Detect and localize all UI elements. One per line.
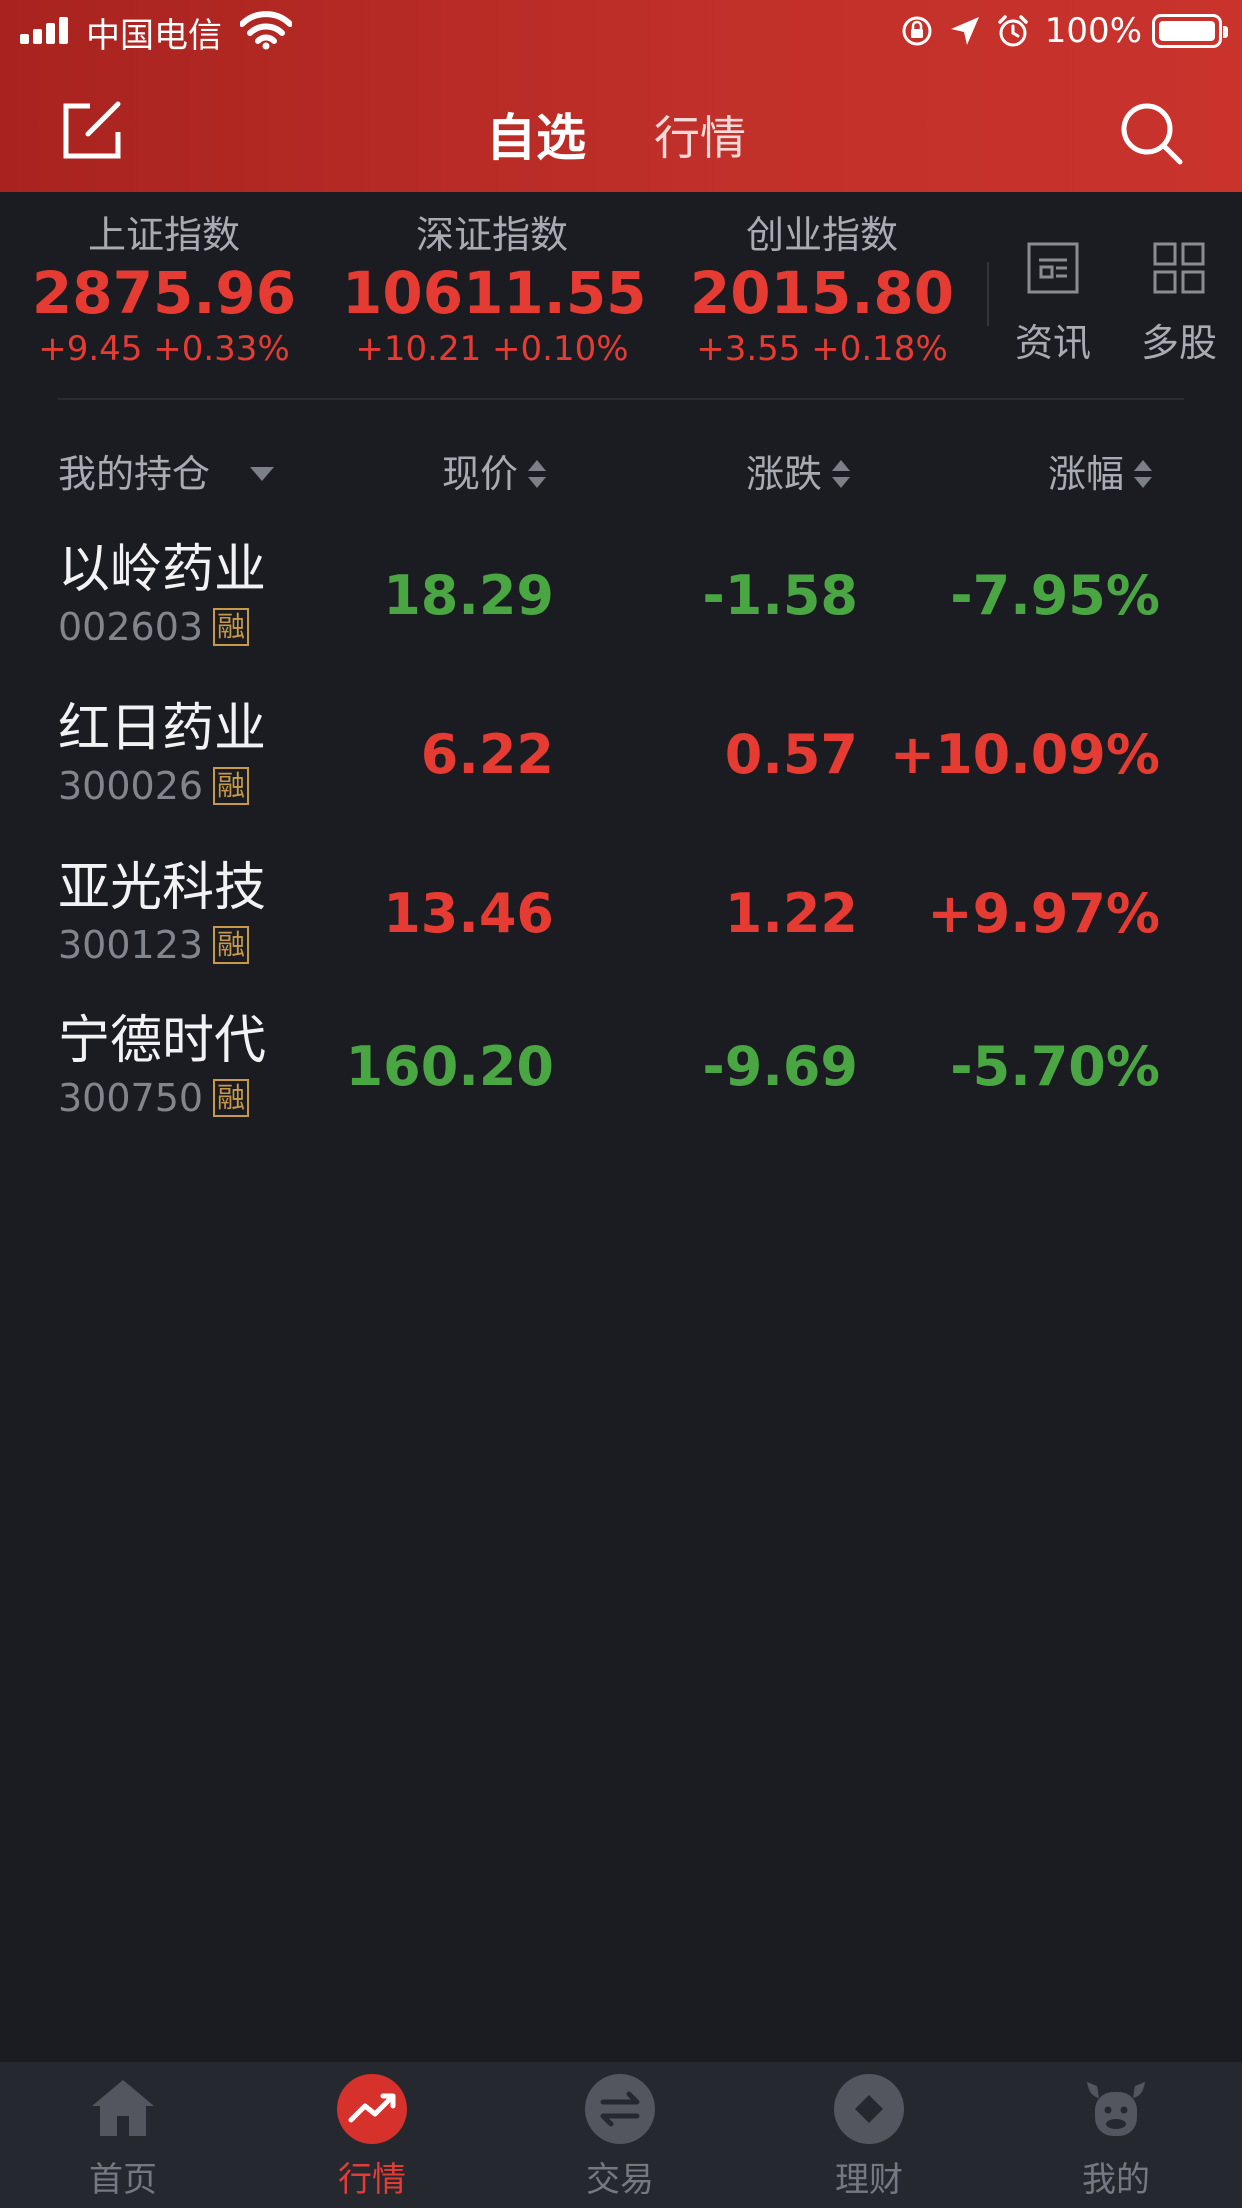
battery-icon (1152, 14, 1228, 48)
table-row[interactable]: 亚光科技 300123 融 13.46 1.22 +9.97% (0, 856, 1242, 1006)
carrier-name: 中国电信 (86, 16, 222, 56)
stock-change: 0.57 (724, 723, 858, 786)
stock-change-pct: +10.09% (889, 723, 1160, 786)
news-button[interactable]: 资讯 (998, 240, 1108, 367)
bull-avatar-icon (1081, 2074, 1151, 2144)
group-selector[interactable]: 我的持仓 (58, 448, 275, 500)
section-divider (58, 398, 1184, 400)
exchange-icon (585, 2074, 655, 2144)
sort-by-price[interactable]: 现价 (442, 448, 548, 500)
margin-badge: 融 (213, 608, 250, 646)
index-name: 上证指数 (87, 213, 240, 257)
chevron-down-icon (250, 467, 275, 481)
multi-stock-button[interactable]: 多股 (1124, 240, 1234, 367)
news-label: 资讯 (1014, 321, 1091, 365)
index-name: 创业指数 (745, 213, 898, 257)
stock-change-pct: -5.70% (950, 1035, 1160, 1098)
sort-icon (830, 454, 852, 494)
index-chinext[interactable]: 创业指数 2015.80 +3.55 +0.18% (672, 212, 972, 370)
stock-code-group: 300750 融 (58, 1075, 250, 1121)
stock-change-pct: +9.97% (927, 882, 1160, 945)
index-name: 深证指数 (415, 213, 568, 257)
tab-market[interactable]: 行情 (654, 102, 746, 168)
battery-percent: 100% (1044, 11, 1142, 51)
index-change: +3.55 +0.18% (696, 329, 948, 369)
stock-code-group: 300026 融 (58, 763, 250, 809)
index-shanghai[interactable]: 上证指数 2875.96 +9.45 +0.33% (14, 212, 314, 370)
index-value: 2015.80 (689, 259, 955, 327)
margin-badge: 融 (213, 1079, 250, 1117)
status-bar: 中国电信 100% (0, 0, 1242, 62)
cellular-signal-icon (20, 16, 76, 44)
index-value: 2875.96 (31, 259, 297, 327)
nav-trade[interactable]: 交易 (540, 2074, 700, 2201)
rotation-lock-icon (902, 16, 932, 46)
diamond-icon (834, 2074, 904, 2144)
table-row[interactable]: 以岭药业 002603 融 18.29 -1.58 -7.95% (0, 538, 1242, 688)
table-row[interactable]: 红日药业 300026 融 6.22 0.57 +10.09% (0, 697, 1242, 847)
stock-code: 300026 (58, 764, 204, 808)
alarm-icon (998, 15, 1028, 47)
col-change-label: 涨跌 (746, 452, 823, 496)
nav-home-label: 首页 (89, 2160, 157, 2200)
status-right-group: 100% (887, 8, 1228, 54)
nav-mine[interactable]: 我的 (1036, 2074, 1196, 2201)
stock-name: 以岭药业 (58, 540, 267, 600)
tab-watchlist[interactable]: 自选 (486, 98, 586, 170)
nav-trade-label: 交易 (586, 2160, 654, 2200)
stock-price: 18.29 (383, 564, 554, 627)
stock-code: 300123 (58, 923, 204, 967)
stock-change: 1.22 (724, 882, 858, 945)
stock-name: 红日药业 (58, 699, 267, 759)
nav-home[interactable]: 首页 (43, 2074, 203, 2201)
margin-badge: 融 (213, 926, 250, 964)
nav-wealth[interactable]: 理财 (789, 2074, 949, 2201)
sort-icon (1132, 454, 1154, 494)
margin-badge: 融 (213, 767, 250, 805)
stock-price: 160.20 (345, 1035, 554, 1098)
sort-by-change[interactable]: 涨跌 (746, 448, 852, 500)
stock-code-group: 002603 融 (58, 604, 250, 650)
nav-wealth-label: 理财 (835, 2160, 903, 2200)
trend-chart-icon (337, 2074, 407, 2144)
search-icon[interactable] (1118, 100, 1184, 166)
index-change: +10.21 +0.10% (355, 329, 629, 369)
index-value: 10611.55 (342, 259, 647, 327)
group-label: 我的持仓 (58, 452, 211, 496)
stock-name: 亚光科技 (58, 858, 267, 918)
index-change: +9.45 +0.33% (38, 329, 290, 369)
stock-code: 002603 (58, 605, 204, 649)
sort-by-pct[interactable]: 涨幅 (1048, 448, 1154, 500)
nav-market-label: 行情 (338, 2160, 406, 2200)
stock-name: 宁德时代 (58, 1011, 267, 1071)
bottom-nav: 首页 行情 交易 理财 我的 (0, 2062, 1242, 2208)
nav-market[interactable]: 行情 (292, 2074, 452, 2201)
index-divider (987, 262, 989, 326)
nav-mine-label: 我的 (1082, 2160, 1150, 2200)
location-arrow-icon (950, 17, 979, 45)
stock-price: 6.22 (420, 723, 554, 786)
stock-code: 300750 (58, 1076, 204, 1120)
multi-stock-label: 多股 (1140, 321, 1217, 365)
col-price-label: 现价 (442, 452, 519, 496)
col-pct-label: 涨幅 (1048, 452, 1125, 496)
sort-icon (526, 454, 548, 494)
index-shenzhen[interactable]: 深证指数 10611.55 +10.21 +0.10% (342, 212, 647, 370)
grid-icon (1153, 242, 1205, 294)
app-header: 中国电信 100% 自选 行情 (0, 0, 1242, 192)
stock-change: -1.58 (702, 564, 858, 627)
wifi-icon (240, 11, 292, 50)
table-row[interactable]: 宁德时代 300750 融 160.20 -9.69 -5.70% (0, 1009, 1242, 1159)
stock-price: 13.46 (383, 882, 554, 945)
stock-code-group: 300123 融 (58, 922, 250, 968)
edit-watchlist-icon[interactable] (60, 100, 126, 160)
news-icon (1027, 242, 1079, 294)
stock-change: -9.69 (702, 1035, 858, 1098)
stock-change-pct: -7.95% (950, 564, 1160, 627)
home-icon (88, 2074, 158, 2144)
